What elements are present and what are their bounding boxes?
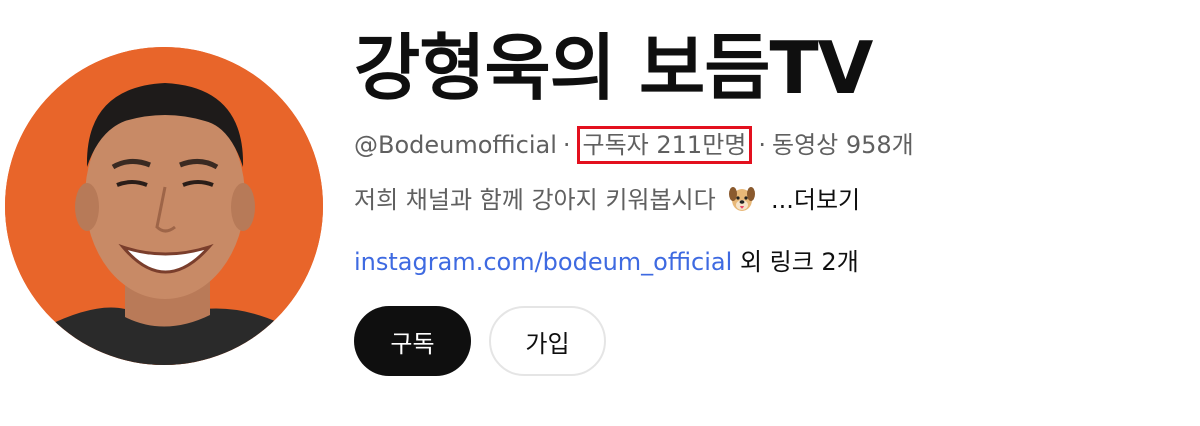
channel-avatar[interactable]	[5, 47, 323, 365]
subscribe-button[interactable]: 구독	[354, 306, 471, 376]
meta-separator: ·	[562, 131, 571, 159]
channel-links: instagram.com/bodeum_official 외 링크 2개	[354, 244, 859, 280]
channel-name: 강형욱의 보듬TV	[354, 26, 873, 110]
video-count: 동영상 958개	[772, 131, 914, 159]
channel-meta: @Bodeumofficial · 구독자 211만명 · 동영상 958개	[354, 126, 914, 164]
other-links-button[interactable]: 외 링크 2개	[740, 248, 859, 276]
join-button[interactable]: 가입	[489, 306, 606, 376]
avatar-portrait	[5, 47, 323, 365]
meta-separator: ·	[758, 131, 766, 159]
subscriber-count-highlight: 구독자 211만명	[576, 126, 753, 164]
more-button[interactable]: ...더보기	[771, 186, 860, 214]
description-text: 저희 채널과 함께 강아지 키워봅시다	[354, 186, 716, 214]
channel-description[interactable]: 저희 채널과 함께 강아지 키워봅시다 ...더보기	[354, 182, 860, 218]
instagram-link[interactable]: instagram.com/bodeum_official	[354, 248, 732, 276]
action-buttons: 구독 가입	[354, 306, 606, 376]
channel-handle: @Bodeumofficial	[354, 131, 557, 159]
dog-face-icon	[727, 184, 757, 214]
